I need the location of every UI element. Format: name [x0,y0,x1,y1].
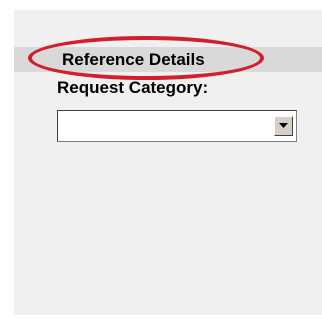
section-title: Reference Details [62,50,205,69]
request-category-select[interactable] [57,110,297,142]
request-category-label: Request Category: [57,78,209,97]
chevron-down-icon [279,123,288,128]
dropdown-arrow-button[interactable] [274,116,293,136]
